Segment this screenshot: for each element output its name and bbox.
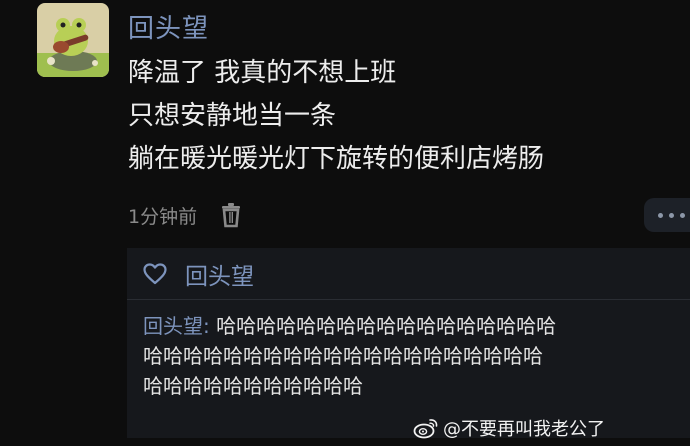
trash-icon[interactable] bbox=[219, 202, 243, 228]
frog-avatar-image bbox=[37, 3, 109, 77]
likes-row: 回头望 bbox=[143, 257, 254, 291]
post-author-name[interactable]: 回头望 bbox=[128, 8, 209, 45]
post-timestamp: 1分钟前 bbox=[128, 205, 198, 228]
more-options-button[interactable] bbox=[644, 198, 690, 232]
reply-line: 回头望: 哈哈哈哈哈哈哈哈哈哈哈哈哈哈哈哈哈 bbox=[143, 311, 690, 341]
post-line: 躺在暖光暖光灯下旋转的便利店烤肠 bbox=[128, 144, 545, 174]
reply-author-name[interactable]: 回头望: bbox=[143, 314, 210, 338]
reply-panel: 回头望 回头望: 哈哈哈哈哈哈哈哈哈哈哈哈哈哈哈哈哈 哈哈哈哈哈哈哈哈哈哈哈哈哈… bbox=[127, 248, 690, 438]
reply-comment: 回头望: 哈哈哈哈哈哈哈哈哈哈哈哈哈哈哈哈哈 哈哈哈哈哈哈哈哈哈哈哈哈哈哈哈哈哈… bbox=[143, 311, 690, 401]
more-dot bbox=[680, 212, 685, 218]
post-meta-row: 1分钟前 bbox=[128, 200, 243, 230]
avatar[interactable] bbox=[37, 3, 109, 77]
more-dot bbox=[658, 212, 663, 218]
liker-name[interactable]: 回头望 bbox=[185, 257, 254, 291]
reply-line: 哈哈哈哈哈哈哈哈哈哈哈哈哈哈哈哈哈哈哈哈 bbox=[143, 344, 543, 368]
heart-outline-icon[interactable] bbox=[143, 263, 167, 285]
post-line: 降温了 我真的不想上班 bbox=[128, 58, 397, 88]
reply-text: 哈哈哈哈哈哈哈哈哈哈哈哈哈哈哈哈哈 bbox=[209, 314, 557, 338]
post-line: 只想安静地当一条 bbox=[128, 101, 337, 131]
watermark-text: @不要再叫我老公了 bbox=[443, 419, 605, 440]
post-body: 降温了 我真的不想上班 只想安静地当一条 躺在暖光暖光灯下旋转的便利店烤肠 bbox=[128, 52, 544, 181]
panel-divider bbox=[127, 299, 690, 300]
more-dot bbox=[669, 212, 674, 218]
watermark: @不要再叫我老公了 bbox=[413, 414, 605, 442]
weibo-logo-icon bbox=[413, 419, 438, 439]
reply-line: 哈哈哈哈哈哈哈哈哈哈哈 bbox=[143, 374, 363, 398]
